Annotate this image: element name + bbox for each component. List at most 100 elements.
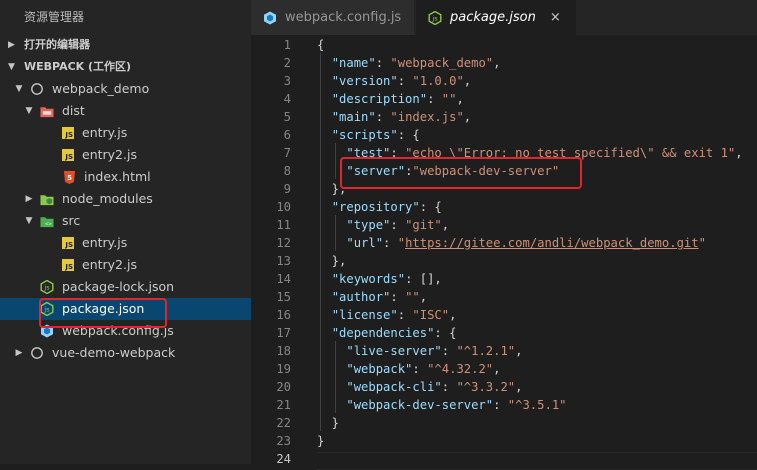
json-string: "1.0.0": [412, 74, 464, 88]
code-line[interactable]: 21 "webpack-dev-server": "^3.5.1": [251, 396, 757, 414]
tree-item-entry-js[interactable]: ▶JSentry.js: [0, 122, 251, 144]
json-punctuation: : {: [419, 200, 442, 214]
code-text: "webpack-cli": "^3.3.2",: [317, 378, 522, 396]
json-punctuation: :: [397, 308, 413, 322]
tab-label: webpack.config.js: [285, 10, 402, 25]
line-number: 22: [276, 416, 291, 430]
json-punctuation: :: [390, 218, 406, 232]
code-line[interactable]: 20 "webpack-cli": "^3.3.2",: [251, 378, 757, 396]
json-punctuation: {: [317, 38, 325, 52]
chevron-right-icon: ▶: [8, 40, 15, 50]
code-line[interactable]: 4 "description": "",: [251, 90, 757, 108]
code-line[interactable]: 10 "repository": {: [251, 198, 757, 216]
tree-item-webpack-config-js[interactable]: ▶webpack.config.js: [0, 320, 251, 342]
json-key: "description": [331, 92, 428, 106]
code-line[interactable]: 22 }: [251, 414, 757, 432]
svg-text:js: js: [431, 14, 438, 22]
code-line[interactable]: 24: [251, 450, 757, 468]
chevron-down-icon[interactable]: ▼: [24, 100, 34, 122]
code-line[interactable]: 18 "live-server": "^1.2.1",: [251, 342, 757, 360]
chevron-right-icon[interactable]: ▶: [24, 188, 34, 210]
code-text: "main": "index.js",: [317, 108, 471, 126]
line-number: 1: [283, 38, 291, 52]
code-line[interactable]: 12 "url": "https://gitee.com/andli/webpa…: [251, 234, 757, 252]
tree-item-package-lock-json[interactable]: ▶jspackage-lock.json: [0, 276, 251, 298]
svg-text:5: 5: [67, 174, 72, 182]
code-line[interactable]: 11 "type": "git",: [251, 216, 757, 234]
code-line[interactable]: 3 "version": "1.0.0",: [251, 72, 757, 90]
code-line[interactable]: 1{: [251, 36, 757, 54]
chevron-down-icon[interactable]: ▼: [24, 210, 34, 232]
json-punctuation: [317, 200, 332, 214]
code-line[interactable]: 2 "name": "webpack_demo",: [251, 54, 757, 72]
json-punctuation: ,: [463, 110, 472, 124]
code-line[interactable]: 14 "keywords": [],: [251, 270, 757, 288]
tree-item-dist[interactable]: ▼ dist: [0, 100, 251, 122]
tree-item-label: webpack.config.js: [62, 323, 174, 338]
chevron-down-icon[interactable]: ▼: [14, 78, 24, 100]
json-key: "scripts": [331, 128, 398, 142]
json-key: "url": [346, 236, 384, 250]
code-line[interactable]: 17 "dependencies": {: [251, 324, 757, 342]
json-key: "live-server": [346, 344, 442, 358]
tab-package-json[interactable]: js package.json ×: [416, 0, 576, 35]
tree-item-package-json[interactable]: ▶jspackage.json: [0, 298, 251, 320]
code-line[interactable]: 23}: [251, 432, 757, 450]
tree-item-node-modules[interactable]: ▶ node_modules: [0, 188, 251, 210]
code-line[interactable]: 13 },: [251, 252, 757, 270]
line-number: 10: [276, 200, 291, 214]
json-punctuation: [317, 362, 346, 376]
tree-item-webpack-demo[interactable]: ▼ webpack_demo: [0, 78, 251, 100]
tree-item-label: vue-demo-webpack: [52, 345, 176, 360]
code-line[interactable]: 5 "main": "index.js",: [251, 108, 757, 126]
code-line[interactable]: 8 "server":"webpack-dev-server": [251, 162, 757, 180]
tree-item-entry2-js[interactable]: ▶JSentry2.js: [0, 254, 251, 276]
tree-item-label: entry2.js: [82, 147, 137, 162]
line-number: 8: [283, 164, 291, 178]
json-punctuation: ,: [515, 344, 523, 358]
section-open-editors[interactable]: ▶ 打开的编辑器: [0, 34, 251, 56]
json-punctuation: ,: [493, 362, 501, 376]
line-number: 13: [276, 254, 291, 268]
code-text: "webpack": "^4.32.2",: [317, 360, 500, 378]
code-line[interactable]: 16 "license": "ISC",: [251, 306, 757, 324]
tree-item-vue-demo-webpack[interactable]: ▶ vue-demo-webpack: [0, 342, 251, 364]
code-text: "url": "https://gitee.com/andli/webpack_…: [317, 234, 706, 252]
code-line[interactable]: 6 "scripts": {: [251, 126, 757, 144]
json-punctuation: [317, 326, 332, 340]
root-circle-icon: [30, 346, 44, 360]
json-punctuation: :: [390, 290, 406, 304]
tree-item-entry-js[interactable]: ▶JSentry.js: [0, 232, 251, 254]
line-number: 14: [276, 272, 291, 286]
tab-webpack-config[interactable]: webpack.config.js: [251, 0, 414, 35]
section-workspace[interactable]: ▼ WEBPACK (工作区): [0, 56, 251, 78]
code-line[interactable]: 9 },: [251, 180, 757, 198]
code-text: "name": "webpack_demo",: [317, 54, 501, 72]
json-string: "git": [405, 218, 442, 232]
json-punctuation: :: [412, 362, 428, 376]
javascript-icon: JS: [62, 127, 74, 139]
code-text: "description": "",: [317, 90, 464, 108]
json-punctuation: [317, 380, 346, 394]
json-string: "^3.3.2": [456, 380, 516, 394]
tree-item-src[interactable]: ▼ <> src: [0, 210, 251, 232]
line-number: 17: [276, 326, 291, 340]
json-punctuation: [317, 74, 332, 88]
code-line[interactable]: 7 "test": "echo \"Error: no test specifi…: [251, 144, 757, 162]
close-icon[interactable]: ×: [550, 10, 561, 25]
url-link[interactable]: https://gitee.com/andli/webpack_demo.git: [405, 236, 699, 250]
tree-item-label: entry.js: [82, 235, 128, 250]
tree-item-index-html[interactable]: ▶5index.html: [0, 166, 251, 188]
code-line[interactable]: 15 "author": "",: [251, 288, 757, 306]
chevron-right-icon[interactable]: ▶: [14, 342, 24, 364]
line-number: 23: [276, 434, 291, 448]
file-tree: ▼ webpack_demo ▼ dist ▶ JS entry.js ▶ JS entry2.j…: [0, 78, 251, 364]
json-key: "webpack": [346, 362, 413, 376]
json-key: "webpack-dev-server": [346, 398, 494, 412]
code-line[interactable]: 19 "webpack": "^4.32.2",: [251, 360, 757, 378]
code-editor[interactable]: 1{2 "name": "webpack_demo", 3 "version": …: [251, 35, 757, 470]
json-punctuation: :: [375, 56, 391, 70]
json-punctuation: [317, 272, 332, 286]
tree-item-entry2-js[interactable]: ▶JSentry2.js: [0, 144, 251, 166]
json-punctuation: },: [317, 182, 347, 196]
